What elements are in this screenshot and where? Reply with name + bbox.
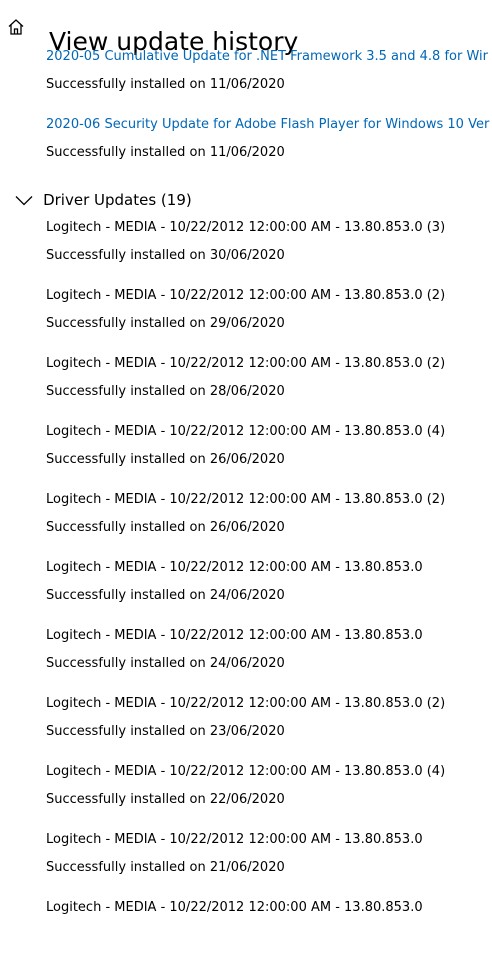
install-status: Successfully installed on 21/06/2020 — [46, 860, 285, 875]
install-status: Successfully installed on 26/06/2020 — [46, 452, 285, 467]
driver-update-name: Logitech - MEDIA - 10/22/2012 12:00:00 A… — [46, 424, 446, 439]
install-status: Successfully installed on 28/06/2020 — [46, 384, 285, 399]
install-status: Successfully installed on 11/06/2020 — [46, 145, 285, 160]
page-header: View update history — [0, 0, 492, 56]
chevron-down-icon — [12, 188, 36, 212]
driver-update-item: Logitech - MEDIA - 10/22/2012 12:00:00 A… — [46, 287, 492, 355]
driver-update-name: Logitech - MEDIA - 10/22/2012 12:00:00 A… — [46, 900, 423, 915]
quality-update-link[interactable]: 2020-06 Security Update for Adobe Flash … — [46, 116, 492, 134]
install-status: Successfully installed on 11/06/2020 — [46, 77, 285, 92]
driver-update-name: Logitech - MEDIA - 10/22/2012 12:00:00 A… — [46, 764, 446, 779]
driver-update-item: Logitech - MEDIA - 10/22/2012 12:00:00 A… — [46, 695, 492, 763]
driver-update-item: Logitech - MEDIA - 10/22/2012 12:00:00 A… — [46, 559, 492, 627]
driver-update-name: Logitech - MEDIA - 10/22/2012 12:00:00 A… — [46, 356, 446, 371]
driver-update-item: Logitech - MEDIA - 10/22/2012 12:00:00 A… — [46, 355, 492, 423]
quality-update-link[interactable]: 2020-05 Cumulative Update for .NET Frame… — [46, 48, 492, 66]
quality-update-item: 2020-05 Cumulative Update for .NET Frame… — [46, 48, 492, 94]
driver-update-name: Logitech - MEDIA - 10/22/2012 12:00:00 A… — [46, 288, 446, 303]
install-status: Successfully installed on 24/06/2020 — [46, 656, 285, 671]
driver-update-name: Logitech - MEDIA - 10/22/2012 12:00:00 A… — [46, 696, 446, 711]
driver-updates-list: Logitech - MEDIA - 10/22/2012 12:00:00 A… — [46, 219, 492, 967]
driver-update-name: Logitech - MEDIA - 10/22/2012 12:00:00 A… — [46, 492, 446, 507]
driver-updates-section-toggle[interactable]: Driver Updates (19) — [12, 188, 192, 212]
driver-update-item: Logitech - MEDIA - 10/22/2012 12:00:00 A… — [46, 899, 492, 967]
driver-update-name: Logitech - MEDIA - 10/22/2012 12:00:00 A… — [46, 560, 423, 575]
driver-update-item: Logitech - MEDIA - 10/22/2012 12:00:00 A… — [46, 219, 492, 287]
driver-update-item: Logitech - MEDIA - 10/22/2012 12:00:00 A… — [46, 763, 492, 831]
driver-update-name: Logitech - MEDIA - 10/22/2012 12:00:00 A… — [46, 220, 446, 235]
driver-updates-title: Driver Updates (19) — [43, 191, 192, 209]
install-status: Successfully installed on 26/06/2020 — [46, 520, 285, 535]
install-status: Successfully installed on 29/06/2020 — [46, 316, 285, 331]
driver-update-item: Logitech - MEDIA - 10/22/2012 12:00:00 A… — [46, 423, 492, 491]
driver-update-item: Logitech - MEDIA - 10/22/2012 12:00:00 A… — [46, 491, 492, 559]
install-status: Successfully installed on 22/06/2020 — [46, 792, 285, 807]
install-status: Successfully installed on 30/06/2020 — [46, 248, 285, 263]
driver-update-item: Logitech - MEDIA - 10/22/2012 12:00:00 A… — [46, 831, 492, 899]
install-status: Successfully installed on 24/06/2020 — [46, 588, 285, 603]
driver-update-name: Logitech - MEDIA - 10/22/2012 12:00:00 A… — [46, 832, 423, 847]
home-icon[interactable] — [6, 17, 26, 37]
update-history-page: View update history 2020-05 Cumulative U… — [0, 0, 492, 915]
quality-update-item: 2020-06 Security Update for Adobe Flash … — [46, 116, 492, 162]
driver-update-name: Logitech - MEDIA - 10/22/2012 12:00:00 A… — [46, 628, 423, 643]
driver-update-item: Logitech - MEDIA - 10/22/2012 12:00:00 A… — [46, 627, 492, 695]
install-status: Successfully installed on 23/06/2020 — [46, 724, 285, 739]
